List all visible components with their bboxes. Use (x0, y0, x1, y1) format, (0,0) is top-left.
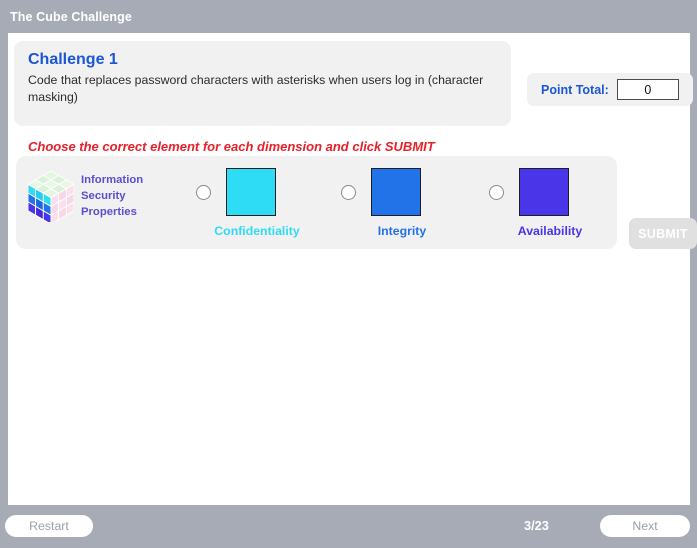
dimension-label-group: Information Security Properties (28, 166, 165, 222)
restart-button[interactable]: Restart (5, 515, 93, 537)
point-total-card: Point Total: 0 (527, 73, 693, 106)
option-confidentiality-row (196, 168, 276, 216)
content-stage: Challenge 1 Code that replaces password … (8, 33, 697, 505)
swatch-integrity[interactable] (371, 168, 421, 216)
point-total-value: 0 (616, 79, 679, 100)
cube-challenge-app: The Cube Challenge Challenge 1 Code that… (0, 0, 697, 548)
option-availability: Availability (489, 168, 639, 238)
point-total-label: Point Total: (541, 82, 609, 97)
option-confidentiality: Confidentiality (196, 168, 346, 238)
radio-availability[interactable] (489, 184, 504, 200)
dimension-caption: Information Security Properties (81, 174, 144, 219)
option-integrity-row (341, 168, 421, 216)
swatch-confidentiality[interactable] (226, 168, 276, 216)
option-integrity-label: Integrity (377, 224, 427, 238)
challenge-description: Code that replaces password characters w… (28, 72, 484, 105)
footer-bar: Restart 3/23 Next (0, 505, 697, 548)
swatch-availability[interactable] (519, 168, 569, 216)
window-titlebar: The Cube Challenge (0, 0, 697, 33)
radio-integrity[interactable] (341, 184, 356, 200)
window-title: The Cube Challenge (10, 9, 132, 24)
next-button[interactable]: Next (600, 515, 690, 537)
option-confidentiality-label: Confidentiality (214, 224, 300, 238)
rubiks-cube-icon (28, 170, 74, 222)
option-availability-label: Availability (517, 224, 583, 238)
challenge-header-row: Challenge 1 Code that replaces password … (8, 33, 693, 133)
submit-button[interactable]: SUBMIT (629, 218, 697, 249)
challenge-title: Challenge 1 (28, 51, 118, 68)
page-counter: 3/23 (524, 518, 549, 533)
radio-confidentiality[interactable] (196, 184, 211, 200)
answer-panel: Information Security Properties Confiden… (16, 156, 617, 249)
option-integrity: Integrity (341, 168, 491, 238)
instruction-text: Choose the correct element for each dime… (28, 139, 435, 154)
challenge-card: Challenge 1 Code that replaces password … (14, 41, 511, 126)
option-availability-row (489, 168, 569, 216)
